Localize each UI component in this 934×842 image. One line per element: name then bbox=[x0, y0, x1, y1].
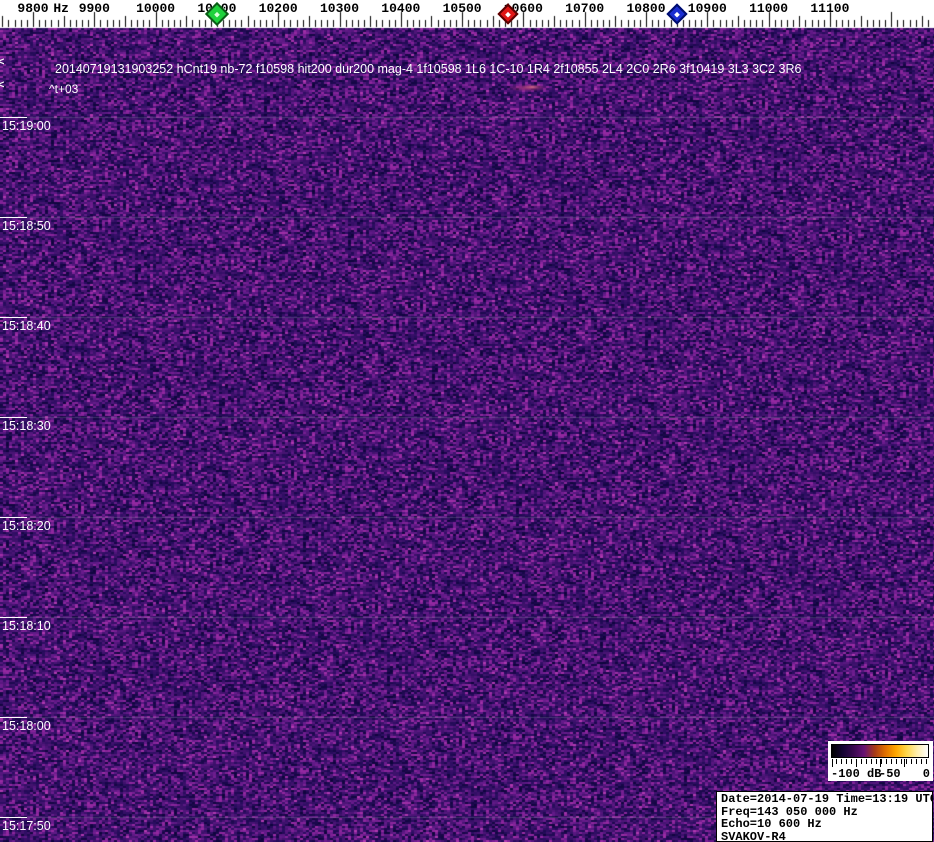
axis-tick-label: 10000 bbox=[136, 1, 176, 16]
marker-center-dot bbox=[673, 11, 680, 17]
axis-tick-label: 10400 bbox=[381, 1, 421, 16]
colorbar-labels: -100 dB -50 0 bbox=[828, 767, 933, 781]
time-label: 15:17:50 bbox=[2, 819, 51, 833]
time-tick-line bbox=[0, 417, 27, 418]
time-label: 15:18:50 bbox=[2, 219, 51, 233]
colorbar-gradient bbox=[831, 744, 929, 758]
info-date-time: Date=2014-07-19 Time=13:19 UTC bbox=[721, 792, 933, 806]
time-tick-line bbox=[0, 517, 27, 518]
time-label: 15:18:10 bbox=[2, 619, 51, 633]
station-info-box: Date=2014-07-19 Time=13:19 UTC Freq=143 … bbox=[716, 791, 933, 842]
time-label: 15:18:20 bbox=[2, 519, 51, 533]
time-label: 15:18:40 bbox=[2, 319, 51, 333]
axis-tick-label: 10700 bbox=[565, 1, 605, 16]
time-label: 15:18:30 bbox=[2, 419, 51, 433]
colorbar-max-label: 0 bbox=[922, 767, 930, 781]
axis-tick-label: 9800 bbox=[17, 1, 49, 16]
axis-tick-label: 10300 bbox=[319, 1, 360, 16]
info-station: SVAKOV-R4 bbox=[721, 829, 786, 842]
frequency-axis[interactable]: 9800Hz9900100001010010200103001040010500… bbox=[0, 0, 934, 28]
axis-tick-label: 11000 bbox=[749, 1, 789, 16]
detection-header-text: 20140719131903252 hCnt19 nb-72 f10598 hi… bbox=[55, 62, 802, 76]
axis-tick-label: 10200 bbox=[258, 1, 298, 16]
time-tick-line bbox=[0, 717, 27, 718]
time-tick-line bbox=[0, 617, 27, 618]
spectrogram-canvas[interactable] bbox=[0, 0, 934, 842]
time-tick-line bbox=[0, 317, 27, 318]
marker-center-dot bbox=[214, 11, 220, 17]
time-tick-line bbox=[0, 117, 27, 118]
info-echo: Echo=10 600 Hz bbox=[721, 817, 822, 831]
colorbar-ticks bbox=[832, 759, 928, 767]
colorbar: -100 dB -50 0 bbox=[828, 741, 933, 781]
axis-tick-label: 10900 bbox=[687, 1, 727, 16]
axis-tick-label: 11100 bbox=[810, 1, 850, 16]
axis-tick-label: 10500 bbox=[442, 1, 482, 16]
spectrogram-app: 9800Hz9900100001010010200103001040010500… bbox=[0, 0, 934, 842]
axis-tick-label: 9900 bbox=[78, 1, 110, 16]
time-label: 15:18:00 bbox=[2, 719, 51, 733]
marker-center-dot bbox=[505, 11, 511, 17]
colorbar-mid-label: -50 bbox=[879, 767, 901, 781]
time-label: 15:19:00 bbox=[2, 119, 51, 133]
edge-mark-icon: < bbox=[0, 79, 5, 91]
time-offset-label: ^t+03 bbox=[49, 82, 79, 96]
colorbar-min-label: -100 dB bbox=[831, 767, 882, 781]
edge-mark-icon: < bbox=[0, 56, 5, 68]
time-tick-line bbox=[0, 817, 27, 818]
axis-tick-label: 10800 bbox=[626, 1, 666, 16]
axis-unit-label: Hz bbox=[53, 1, 69, 16]
time-tick-line bbox=[0, 217, 27, 218]
